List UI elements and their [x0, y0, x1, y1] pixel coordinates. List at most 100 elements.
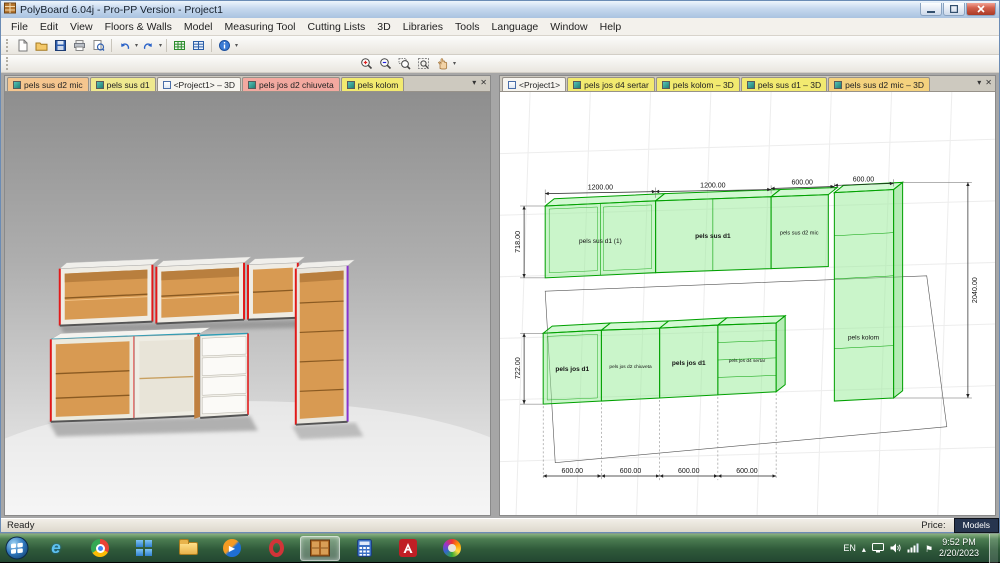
open-folder-icon[interactable]	[32, 37, 51, 54]
cabinet-icon	[347, 81, 355, 89]
cutting-list-table-icon[interactable]	[170, 37, 189, 54]
toolbar-options-dropdown[interactable]	[234, 42, 239, 49]
cabinet-jos-d1-2[interactable]: pels jos d1	[660, 318, 727, 398]
language-indicator[interactable]: EN	[843, 543, 856, 553]
cabinet-icon	[662, 81, 670, 89]
dim-label: 1200.00	[588, 183, 613, 191]
tab-pels-sus-d1-3d[interactable]: pels sus d1 – 3D	[741, 77, 827, 91]
image-editor-button[interactable]	[432, 536, 472, 561]
opera-button[interactable]	[256, 536, 296, 561]
elevation-canvas[interactable]: pels sus d1 (1) pels sus d1 pels sus d2 …	[500, 92, 995, 515]
menu-view[interactable]: View	[64, 19, 99, 35]
tab-pels-sus-d1[interactable]: pels sus d1	[90, 77, 156, 91]
save-icon[interactable]	[51, 37, 70, 54]
undo-icon[interactable]	[115, 37, 134, 54]
toolbar-grip[interactable]	[6, 39, 9, 52]
redo-icon[interactable]	[139, 37, 158, 54]
tab-pels-kolom[interactable]: pels kolom	[341, 77, 405, 91]
tab-pels-sus-d2-mic[interactable]: pels sus d2 mic	[7, 77, 89, 91]
redo-dropdown[interactable]	[158, 42, 163, 49]
menu-floors-walls[interactable]: Floors & Walls	[99, 19, 178, 35]
info-icon[interactable]	[215, 37, 234, 54]
tab-pels-jos-d4-sertar[interactable]: pels jos d4 sertar	[567, 77, 655, 91]
cabinet-label: pels jos d1	[672, 360, 706, 367]
wall-cabinets-3d	[60, 257, 306, 334]
print-icon[interactable]	[70, 37, 89, 54]
tab-pels-sus-d2-mic-3d[interactable]: pels sus d2 mic – 3D	[828, 77, 930, 91]
render-3d-canvas[interactable]	[5, 92, 490, 515]
internet-explorer-button[interactable]	[36, 536, 76, 561]
adobe-reader-button[interactable]	[388, 536, 428, 561]
zoom-window-icon[interactable]	[395, 55, 414, 72]
network-icon[interactable]	[907, 543, 919, 553]
zoom-out-icon[interactable]	[376, 55, 395, 72]
maximize-button[interactable]	[943, 3, 965, 16]
calculator-button[interactable]	[344, 536, 384, 561]
display-icon[interactable]	[872, 543, 884, 553]
cabinet-sus-d2-mic[interactable]: pels sus d2 mic	[771, 187, 837, 268]
models-badge[interactable]: Models	[954, 518, 999, 533]
hidden-icons-chevron-icon[interactable]	[862, 539, 866, 557]
zoom-in-icon[interactable]	[357, 55, 376, 72]
taskbar-clock[interactable]: 9:52 PM 2/20/2023	[939, 537, 979, 559]
chrome-button[interactable]	[80, 536, 120, 561]
tab-label: pels jos d2 chiuveta	[259, 80, 334, 90]
print-preview-icon[interactable]	[89, 37, 108, 54]
tab-label: pels sus d2 mic	[24, 80, 83, 90]
elevation-viewport[interactable]: pels sus d1 (1) pels sus d1 pels sus d2 …	[500, 92, 995, 515]
materials-grid-icon[interactable]	[189, 37, 208, 54]
cabinet-kolom[interactable]: pels kolom	[834, 182, 902, 401]
tab-project1[interactable]: <Project1>	[502, 77, 566, 91]
tab-pels-jos-d2-chiuveta[interactable]: pels jos d2 chiuveta	[242, 77, 340, 91]
menu-cutting-lists[interactable]: Cutting Lists	[302, 19, 372, 35]
menu-model[interactable]: Model	[178, 19, 219, 35]
cabinet-sus-d1-1[interactable]: pels sus d1 (1)	[545, 194, 664, 278]
render-3d-viewport[interactable]	[5, 92, 490, 515]
start-button[interactable]	[0, 534, 34, 563]
file-explorer-button[interactable]	[168, 536, 208, 561]
new-document-icon[interactable]	[13, 37, 32, 54]
volume-icon[interactable]	[890, 543, 901, 553]
right-view-menu-button[interactable]	[977, 78, 981, 87]
menu-measuring-tool[interactable]: Measuring Tool	[219, 19, 302, 35]
pan-hand-icon[interactable]	[433, 55, 452, 72]
cabinet-jos-d2-chiuveta[interactable]: pels jos d2 chiuveta	[601, 321, 668, 401]
dim-label: 600.00	[562, 467, 584, 475]
tab-label: pels kolom – 3D	[673, 80, 734, 90]
tab-project1-3d[interactable]: <Project1> – 3D	[157, 77, 241, 91]
menu-help[interactable]: Help	[594, 19, 628, 35]
menu-3d[interactable]: 3D	[371, 19, 396, 35]
tab-pels-kolom-3d[interactable]: pels kolom – 3D	[656, 77, 740, 91]
cabinet-jos-d4-sertar[interactable]: pels jos d4 sertar	[718, 316, 785, 395]
zoom-extents-icon[interactable]	[414, 55, 433, 72]
right-tabstrip: <Project1> pels jos d4 sertar pels kolom…	[500, 76, 995, 92]
polyboard-window: PolyBoard 6.04j - Pro-PP Version - Proje…	[0, 0, 1000, 533]
menu-language[interactable]: Language	[486, 19, 545, 35]
windows-app-button[interactable]	[124, 536, 164, 561]
cabinet-label: pels sus d1	[695, 233, 731, 240]
cabinet-icon	[573, 81, 581, 89]
polyboard-taskbar-button[interactable]	[300, 536, 340, 561]
window-title: PolyBoard 6.04j - Pro-PP Version - Proje…	[20, 4, 919, 16]
right-view-close-button[interactable]	[985, 78, 992, 87]
status-text: Ready	[7, 520, 921, 531]
opera-icon	[269, 539, 284, 557]
media-player-button[interactable]	[212, 536, 252, 561]
cabinet-sus-d1-2[interactable]: pels sus d1	[656, 190, 781, 273]
menu-edit[interactable]: Edit	[34, 19, 64, 35]
clock-date: 2/20/2023	[939, 548, 979, 559]
close-button[interactable]	[966, 3, 996, 16]
minimize-button[interactable]	[920, 3, 942, 16]
menu-libraries[interactable]: Libraries	[397, 19, 449, 35]
cabinet-jos-d1-1[interactable]: pels jos d1	[543, 323, 610, 404]
toolbar-grip[interactable]	[6, 57, 9, 70]
menu-window[interactable]: Window	[544, 19, 593, 35]
action-center-flag-icon[interactable]	[925, 539, 933, 557]
zoom-dropdown[interactable]	[452, 60, 457, 67]
left-view-close-button[interactable]	[480, 78, 487, 87]
show-desktop-button[interactable]	[989, 534, 998, 563]
left-view-menu-button[interactable]	[472, 78, 476, 87]
menu-file[interactable]: File	[5, 19, 34, 35]
app-icon	[4, 2, 16, 17]
menu-tools[interactable]: Tools	[449, 19, 486, 35]
